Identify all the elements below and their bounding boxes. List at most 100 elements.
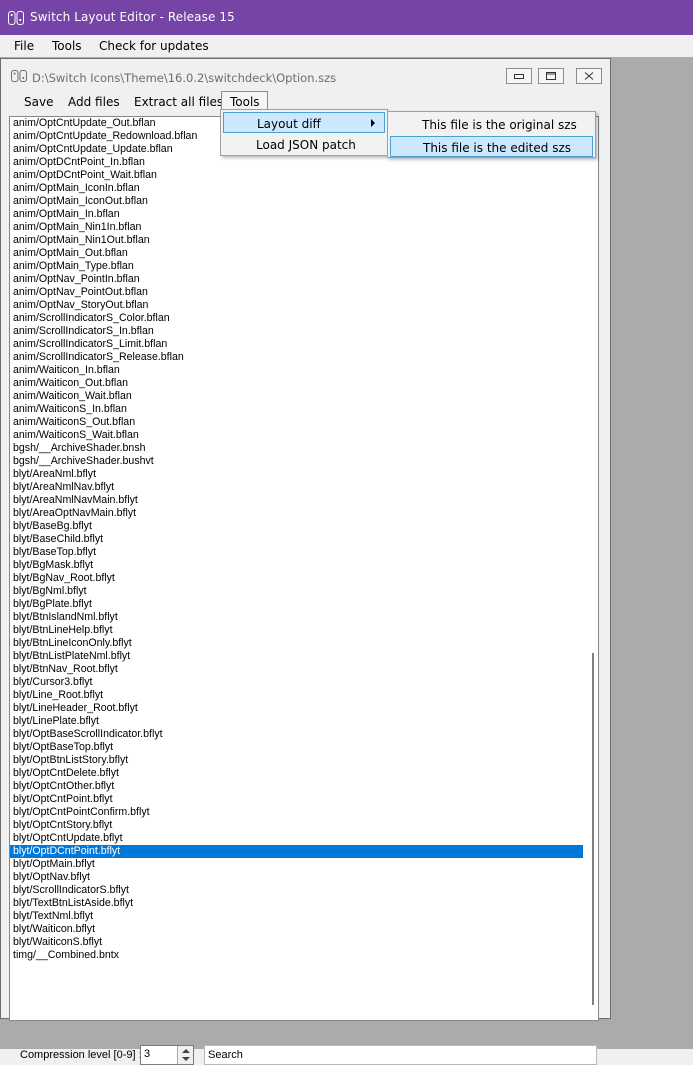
list-item[interactable]: blyt/Line_Root.bflyt bbox=[10, 689, 598, 702]
list-item[interactable]: anim/OptDCntPoint_Wait.bflan bbox=[10, 169, 598, 182]
list-item[interactable]: blyt/OptCntPointConfirm.bflyt bbox=[10, 806, 598, 819]
list-item[interactable]: blyt/BtnNav_Root.bflyt bbox=[10, 663, 598, 676]
submenu-arrow-icon bbox=[371, 119, 375, 127]
list-item[interactable]: blyt/OptMain.bflyt bbox=[10, 858, 598, 871]
list-item[interactable]: blyt/OptCntPoint.bflyt bbox=[10, 793, 598, 806]
list-item[interactable]: blyt/OptBaseTop.bflyt bbox=[10, 741, 598, 754]
menu-tools[interactable]: Tools bbox=[52, 39, 82, 53]
list-item[interactable]: blyt/BgNav_Root.bflyt bbox=[10, 572, 598, 585]
list-item[interactable]: anim/OptNav_PointIn.bflan bbox=[10, 273, 598, 286]
minimize-icon bbox=[514, 74, 524, 79]
file-path: D:\Switch Icons\Theme\16.0.2\switchdeck\… bbox=[32, 71, 337, 85]
maximize-button[interactable] bbox=[538, 68, 564, 84]
edited-szs-label: This file is the edited szs bbox=[423, 141, 571, 155]
list-item[interactable]: blyt/AreaOptNavMain.bflyt bbox=[10, 507, 598, 520]
child-titlebar[interactable]: D:\Switch Icons\Theme\16.0.2\switchdeck\… bbox=[1, 59, 610, 89]
list-item[interactable]: timg/__Combined.bntx bbox=[10, 949, 598, 962]
list-item[interactable]: anim/Waiticon_Wait.bflan bbox=[10, 390, 598, 403]
list-item[interactable]: blyt/TextBtnListAside.bflyt bbox=[10, 897, 598, 910]
list-item[interactable]: anim/OptMain_Out.bflan bbox=[10, 247, 598, 260]
list-item[interactable]: blyt/BaseChild.bflyt bbox=[10, 533, 598, 546]
close-button[interactable] bbox=[576, 68, 602, 84]
list-item[interactable]: anim/WaiticonS_Wait.bflan bbox=[10, 429, 598, 442]
menu-load-json-patch[interactable]: Load JSON patch bbox=[223, 134, 385, 155]
list-item[interactable]: blyt/OptCntOther.bflyt bbox=[10, 780, 598, 793]
original-szs-label: This file is the original szs bbox=[422, 118, 577, 132]
list-scrollbar[interactable] bbox=[592, 653, 594, 1005]
save-button[interactable]: Save bbox=[24, 95, 53, 109]
list-item[interactable]: blyt/OptBtnListStory.bflyt bbox=[10, 754, 598, 767]
tools-dropdown: Layout diff Load JSON patch bbox=[220, 109, 388, 156]
search-input[interactable] bbox=[208, 1047, 588, 1063]
list-item[interactable]: anim/ScrollIndicatorS_In.bflan bbox=[10, 325, 598, 338]
layout-diff-submenu: This file is the original szs This file … bbox=[387, 111, 596, 158]
list-item[interactable]: blyt/OptCntUpdate.bflyt bbox=[10, 832, 598, 845]
compression-value: 3 bbox=[144, 1048, 151, 1060]
list-item[interactable]: anim/OptMain_IconIn.bflan bbox=[10, 182, 598, 195]
minimize-button[interactable] bbox=[506, 68, 532, 84]
list-item[interactable]: blyt/BgPlate.bflyt bbox=[10, 598, 598, 611]
list-item[interactable]: bgsh/__ArchiveShader.bushvt bbox=[10, 455, 598, 468]
list-item[interactable]: anim/OptMain_Nin1In.bflan bbox=[10, 221, 598, 234]
list-item[interactable]: anim/WaiticonS_Out.bflan bbox=[10, 416, 598, 429]
list-item[interactable]: anim/OptMain_IconOut.bflan bbox=[10, 195, 598, 208]
list-item[interactable]: anim/Waiticon_In.bflan bbox=[10, 364, 598, 377]
list-item[interactable]: anim/OptMain_Type.bflan bbox=[10, 260, 598, 273]
list-item[interactable]: anim/ScrollIndicatorS_Limit.bflan bbox=[10, 338, 598, 351]
list-item[interactable]: blyt/BgMask.bflyt bbox=[10, 559, 598, 572]
list-item[interactable]: blyt/LineHeader_Root.bflyt bbox=[10, 702, 598, 715]
list-item[interactable]: anim/OptMain_Nin1Out.bflan bbox=[10, 234, 598, 247]
list-item[interactable]: anim/WaiticonS_In.bflan bbox=[10, 403, 598, 416]
list-item[interactable]: blyt/AreaNmlNavMain.bflyt bbox=[10, 494, 598, 507]
file-list[interactable]: anim/OptCntUpdate_Out.bflan anim/OptCntUp… bbox=[9, 116, 599, 1021]
list-item[interactable]: blyt/OptCntStory.bflyt bbox=[10, 819, 598, 832]
list-item[interactable]: blyt/BtnLineHelp.bflyt bbox=[10, 624, 598, 637]
load-json-patch-label: Load JSON patch bbox=[256, 138, 356, 152]
menu-original-szs[interactable]: This file is the original szs bbox=[390, 114, 593, 135]
tools-menu-label: Tools bbox=[230, 95, 260, 109]
list-item[interactable]: anim/ScrollIndicatorS_Release.bflan bbox=[10, 351, 598, 364]
list-item[interactable]: bgsh/__ArchiveShader.bnsh bbox=[10, 442, 598, 455]
menu-layout-diff[interactable]: Layout diff bbox=[223, 112, 385, 133]
layout-diff-label: Layout diff bbox=[257, 117, 321, 131]
menu-file[interactable]: File bbox=[14, 39, 34, 53]
list-item[interactable]: blyt/BtnIslandNml.bflyt bbox=[10, 611, 598, 624]
spin-up-icon[interactable] bbox=[182, 1049, 190, 1053]
extract-all-button[interactable]: Extract all files bbox=[134, 95, 223, 109]
list-item[interactable]: anim/OptNav_StoryOut.bflan bbox=[10, 299, 598, 312]
add-files-button[interactable]: Add files bbox=[68, 95, 120, 109]
list-item[interactable]: anim/OptMain_In.bflan bbox=[10, 208, 598, 221]
spin-down-icon[interactable] bbox=[182, 1057, 190, 1061]
list-item[interactable]: blyt/Cursor3.bflyt bbox=[10, 676, 598, 689]
list-item[interactable]: blyt/OptBaseScrollIndicator.bflyt bbox=[10, 728, 598, 741]
list-item[interactable]: blyt/LinePlate.bflyt bbox=[10, 715, 598, 728]
app-titlebar[interactable]: Switch Layout Editor - Release 15 bbox=[0, 0, 693, 35]
list-item-selected[interactable]: blyt/OptDCntPoint.bflyt bbox=[10, 845, 583, 858]
list-item[interactable]: blyt/BtnListPlateNml.bflyt bbox=[10, 650, 598, 663]
list-item[interactable]: blyt/TextNml.bflyt bbox=[10, 910, 598, 923]
list-item[interactable]: blyt/OptCntDelete.bflyt bbox=[10, 767, 598, 780]
app-title: Switch Layout Editor - Release 15 bbox=[30, 10, 235, 24]
switch-app-icon bbox=[8, 11, 24, 25]
search-box[interactable] bbox=[204, 1045, 597, 1065]
list-item[interactable]: blyt/WaiticonS.bflyt bbox=[10, 936, 598, 949]
menu-edited-szs[interactable]: This file is the edited szs bbox=[390, 136, 593, 157]
list-item[interactable]: anim/OptNav_PointOut.bflan bbox=[10, 286, 598, 299]
list-item[interactable]: blyt/BtnLineIconOnly.bflyt bbox=[10, 637, 598, 650]
switch-app-icon bbox=[11, 70, 27, 82]
list-item[interactable]: blyt/Waiticon.bflyt bbox=[10, 923, 598, 936]
maximize-icon bbox=[546, 72, 556, 80]
list-item[interactable]: blyt/BaseTop.bflyt bbox=[10, 546, 598, 559]
compression-label: Compression level [0-9] : bbox=[20, 1049, 142, 1061]
list-item[interactable]: blyt/BaseBg.bflyt bbox=[10, 520, 598, 533]
list-item[interactable]: anim/Waiticon_Out.bflan bbox=[10, 377, 598, 390]
compression-level-spinner[interactable]: 3 bbox=[140, 1045, 194, 1065]
main-menubar: File Tools Check for updates bbox=[0, 35, 693, 57]
menu-check-updates[interactable]: Check for updates bbox=[99, 39, 209, 53]
list-item[interactable]: blyt/AreaNml.bflyt bbox=[10, 468, 598, 481]
list-item[interactable]: blyt/AreaNmlNav.bflyt bbox=[10, 481, 598, 494]
list-item[interactable]: blyt/BgNml.bflyt bbox=[10, 585, 598, 598]
list-item[interactable]: blyt/OptNav.bflyt bbox=[10, 871, 598, 884]
list-item[interactable]: blyt/ScrollIndicatorS.bflyt bbox=[10, 884, 598, 897]
list-item[interactable]: anim/ScrollIndicatorS_Color.bflan bbox=[10, 312, 598, 325]
